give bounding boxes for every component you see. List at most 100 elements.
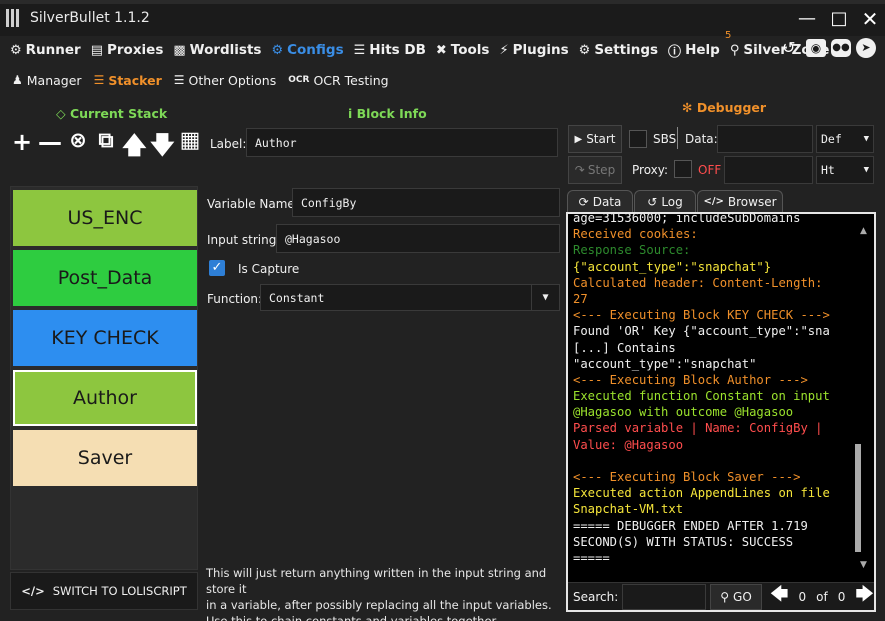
pin-icon: ⚲	[729, 42, 740, 58]
chevron-down-icon[interactable]: ▼	[531, 285, 559, 310]
variable-name-input[interactable]: ConfigBy	[292, 188, 560, 217]
log-line: Received cookies:	[573, 227, 698, 242]
data-type-select[interactable]: Def ▼	[816, 125, 874, 153]
log-line: Executed action AppendLines on file	[573, 486, 830, 501]
proxy-type-select[interactable]: Ht ▼	[816, 156, 874, 184]
close-icon[interactable]: ✕	[858, 8, 882, 30]
submenu-stacker[interactable]: ☰ Stacker	[94, 73, 162, 88]
log-scrollbar[interactable]: ▲ ▼	[854, 214, 874, 578]
stack-list: US_ENC Post_Data KEY CHECK Author Saver	[10, 186, 198, 570]
clear-blocks-icon[interactable]: ⊗	[66, 128, 90, 169]
menu-hits-db[interactable]: ☰ Hits DB	[354, 42, 426, 58]
proxy-caption: Proxy:	[632, 163, 669, 177]
menu-configs[interactable]: ⚙ Configs	[271, 42, 343, 58]
discord-icon[interactable]: ●●	[831, 39, 851, 57]
plug-icon: ⚡	[499, 42, 509, 58]
bug-icon: ✻	[682, 100, 697, 115]
start-button[interactable]: ▶ Start	[568, 125, 622, 153]
block-info-title: i Block Info	[348, 106, 427, 121]
submenu-ocr-testing[interactable]: OCR OCR Testing	[288, 73, 388, 88]
log-line: Value: @Hagasoo	[573, 437, 684, 452]
function-select[interactable]: Constant ▼	[260, 284, 560, 311]
next-match-icon[interactable]: 🡆	[855, 582, 874, 611]
camera-icon[interactable]: ◉	[806, 39, 826, 57]
tab-browser[interactable]: </> Browser	[697, 190, 783, 212]
stack-block-key-check[interactable]: KEY CHECK	[13, 310, 197, 366]
log-line: <--- Executing Block Saver --->	[573, 470, 801, 484]
log-search-bar: Search: ⚲ GO 🡄 0 of 0 🡆	[568, 582, 874, 610]
stack-toolbar: + — ⊗ ⧉ 🡅 🡇 ▦	[10, 128, 202, 169]
scroll-up-icon[interactable]: ▲	[860, 226, 867, 236]
telegram-icon[interactable]: ➤	[856, 38, 876, 58]
move-up-icon[interactable]: 🡅	[122, 128, 147, 169]
tab-log[interactable]: ↺ Log	[634, 190, 696, 212]
scroll-thumb[interactable]	[855, 444, 861, 552]
log-line: [...] Contains	[573, 340, 676, 355]
is-capture-checkbox[interactable]: ✓	[209, 260, 225, 276]
sub-menu: ♟ Manager ☰ Stacker ☰ Other Options OCR OCR …	[0, 70, 389, 90]
data-input[interactable]	[717, 125, 813, 153]
sbs-caption: SBS	[653, 132, 677, 146]
move-down-icon[interactable]: 🡇	[150, 128, 175, 169]
label-input[interactable]: Author	[246, 128, 558, 157]
tab-data[interactable]: ⟳ Data	[567, 190, 633, 212]
silver-zone-badge: 5	[725, 30, 732, 41]
menu-plugins[interactable]: ⚡ Plugins	[499, 42, 568, 58]
play-icon: ▶	[574, 133, 583, 145]
submenu-manager[interactable]: ♟ Manager	[12, 73, 82, 88]
data-caption: Data:	[685, 132, 718, 146]
add-block-icon[interactable]: +	[10, 128, 34, 169]
maximize-icon[interactable]: □	[827, 8, 851, 30]
menu-proxies[interactable]: ▤ Proxies	[91, 42, 164, 58]
scroll-down-icon[interactable]: ▼	[860, 560, 867, 570]
remove-block-icon[interactable]: —	[38, 128, 62, 169]
proxy-checkbox[interactable]	[674, 160, 692, 178]
log-line: age=31536000; includeSubDomains	[573, 212, 801, 225]
step-icon: ↷	[574, 163, 585, 177]
menu-runner[interactable]: ⚙ Runner	[10, 42, 81, 58]
history-icon[interactable]: ↺	[782, 38, 795, 57]
go-button[interactable]: ⚲ GO	[710, 583, 762, 610]
stack-block-post-data[interactable]: Post_Data	[13, 250, 197, 306]
minimize-icon[interactable]: —	[795, 8, 819, 30]
search-caption: Search:	[573, 589, 619, 604]
log-line: SECOND(S) WITH STATUS: SUCCESS	[573, 534, 794, 549]
previous-match-icon[interactable]: 🡄	[770, 582, 789, 611]
log-line: "account_type":"snapchat"	[573, 356, 757, 371]
match-total: 0	[837, 589, 846, 604]
submenu-other-options[interactable]: ☰ Other Options	[174, 73, 276, 88]
app-logo-icon	[6, 9, 22, 27]
code-icon: </>	[21, 584, 45, 598]
search-input[interactable]	[622, 583, 707, 610]
log-line: 27	[573, 291, 588, 306]
log-line: {"account_type":"snapchat"}	[573, 259, 772, 274]
variable-name-caption: Variable Name:	[207, 197, 299, 211]
log-line: Calculated header: Content-Length:	[573, 275, 823, 290]
input-string-input[interactable]: @Hagasoo	[276, 224, 560, 253]
switch-to-loliscript-button[interactable]: </> SWITCH TO LOLISCRIPT	[10, 572, 198, 610]
step-button[interactable]: ↷ Step	[568, 156, 622, 184]
clone-block-icon[interactable]: ⧉	[94, 128, 118, 169]
log-line: @Hagasoo with outcome @Hagasoo	[573, 405, 794, 420]
stack-block-us-enc[interactable]: US_ENC	[13, 190, 197, 246]
menu-settings[interactable]: ⚙ Settings	[579, 42, 658, 58]
menu-wordlists[interactable]: ▩ Wordlists	[173, 42, 261, 58]
save-icon[interactable]: ▦	[178, 128, 202, 169]
sbs-checkbox[interactable]	[629, 130, 647, 148]
database-icon: ☰	[353, 42, 366, 58]
log-panel: age=31536000; includeSubDomains Received …	[566, 212, 876, 612]
menu-help[interactable]: ⓘ Help	[668, 41, 720, 60]
stack-block-saver[interactable]: Saver	[13, 430, 197, 486]
proxy-input[interactable]	[724, 156, 813, 184]
function-description: This will just return anything written i…	[206, 566, 552, 621]
label-caption: Label:	[210, 137, 247, 151]
stack-block-author[interactable]: Author	[13, 370, 197, 426]
info-icon: i	[348, 106, 357, 121]
tools-icon: ✖	[435, 42, 447, 58]
search-icon: ⚲	[720, 589, 730, 604]
menu-tools[interactable]: ✖ Tools	[436, 42, 490, 58]
gear-icon: ⚙	[271, 42, 284, 58]
is-capture-caption: Is Capture	[238, 262, 300, 276]
log-line: Found 'OR' Key {"account_type":"sna	[573, 324, 830, 339]
